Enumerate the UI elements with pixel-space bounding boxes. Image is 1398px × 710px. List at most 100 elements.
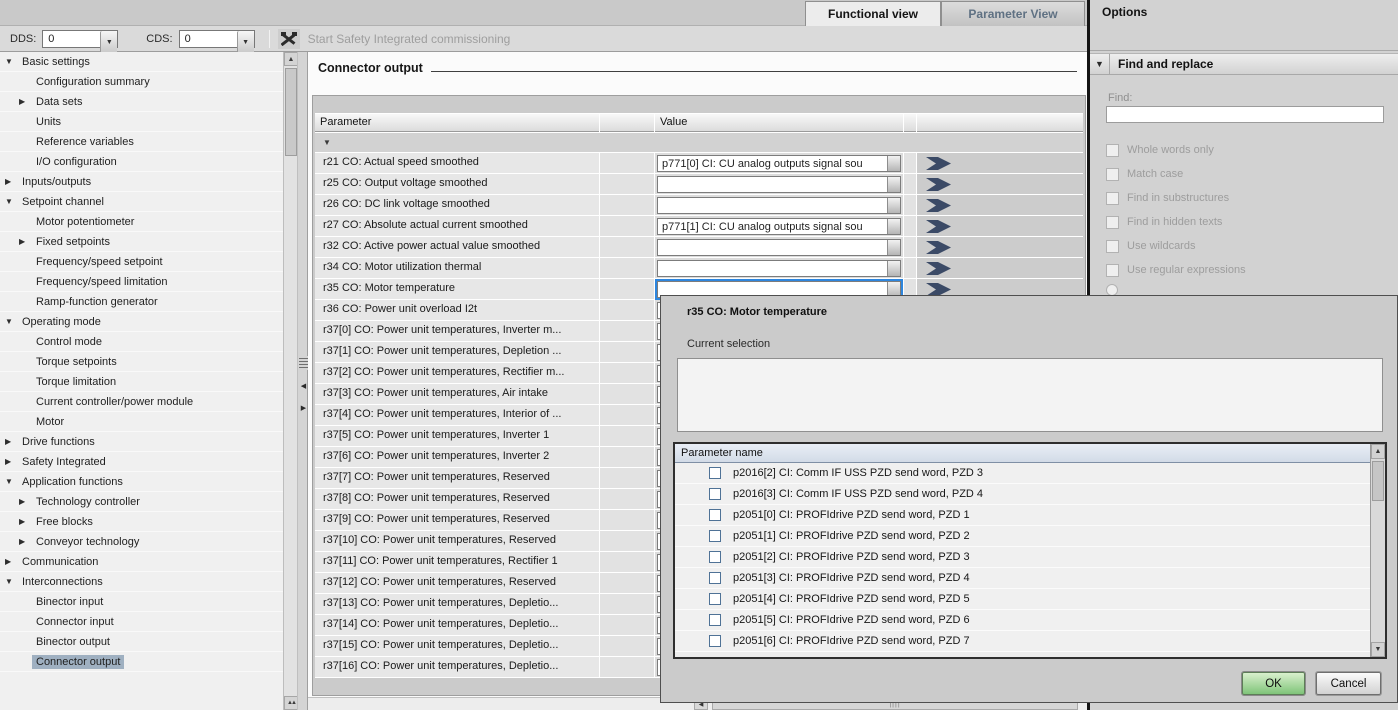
tree-item[interactable]: Technology controller: [0, 492, 283, 512]
list-scrollbar-thumb[interactable]: [1372, 461, 1384, 501]
value-field[interactable]: [657, 196, 901, 214]
chevron-down-icon[interactable]: ▼: [100, 30, 118, 54]
list-item[interactable]: p2051[0] CI: PROFIdrive PZD send word, P…: [675, 505, 1385, 526]
browse-button[interactable]: [887, 260, 900, 276]
tree-expander-icon[interactable]: [5, 577, 18, 586]
value-field[interactable]: [657, 259, 901, 277]
checkbox-icon[interactable]: [709, 635, 721, 647]
safety-commissioning-icon[interactable]: [277, 28, 300, 49]
checkbox-icon[interactable]: [709, 488, 721, 500]
value-field[interactable]: p771[1] CI: CU analog outputs signal sou: [657, 217, 901, 235]
checkbox-icon[interactable]: [709, 614, 721, 626]
browse-button[interactable]: [887, 155, 900, 171]
tree-item[interactable]: Fixed setpoints: [0, 232, 283, 252]
tree-item[interactable]: Drive functions: [0, 432, 283, 452]
checkbox-icon[interactable]: [709, 572, 721, 584]
scroll-down-icon[interactable]: ▲▲: [284, 696, 298, 710]
scroll-down-icon[interactable]: ▼: [1371, 642, 1385, 657]
tree-item[interactable]: Reference variables: [0, 132, 283, 152]
ok-button[interactable]: OK: [1241, 671, 1306, 696]
tree-item[interactable]: Communication: [0, 552, 283, 572]
splitter-grip-icon[interactable]: [299, 356, 308, 370]
tree-scrollbar-thumb[interactable]: [285, 68, 297, 156]
cds-select[interactable]: 0 ▼: [178, 29, 255, 54]
scroll-up-icon[interactable]: ▲: [284, 52, 298, 66]
tree-expander-icon[interactable]: [5, 57, 18, 66]
interconnection-arrow-icon[interactable]: [926, 156, 952, 170]
tree-item[interactable]: Frequency/speed limitation: [0, 272, 283, 292]
tree-item[interactable]: Units: [0, 112, 283, 132]
list-scrollbar[interactable]: ▲ ▼: [1370, 444, 1385, 657]
table-row[interactable]: r25 CO: Output voltage smoothed: [315, 174, 1083, 194]
tree-expander-icon[interactable]: [19, 237, 32, 246]
list-item[interactable]: p2051[6] CI: PROFIdrive PZD send word, P…: [675, 631, 1385, 652]
tree-expander-icon[interactable]: [5, 457, 18, 466]
pane-splitter[interactable]: ◀ ▶: [297, 52, 308, 710]
scroll-up-icon[interactable]: ▲: [1371, 444, 1385, 459]
tree-item[interactable]: Binector input: [0, 592, 283, 612]
tree-expander-icon[interactable]: [19, 497, 32, 506]
list-item[interactable]: p2051[5] CI: PROFIdrive PZD send word, P…: [675, 610, 1385, 631]
tree-item[interactable]: Ramp-function generator: [0, 292, 283, 312]
tree-expander-icon[interactable]: [19, 97, 32, 106]
tree-item[interactable]: Current controller/power module: [0, 392, 283, 412]
find-input[interactable]: [1106, 106, 1384, 123]
value-field[interactable]: [657, 238, 901, 256]
list-item[interactable]: p2016[3] CI: Comm IF USS PZD send word, …: [675, 484, 1385, 505]
interconnection-arrow-icon[interactable]: [926, 282, 952, 296]
list-item[interactable]: p2051[1] CI: PROFIdrive PZD send word, P…: [675, 526, 1385, 547]
checkbox-icon[interactable]: [709, 551, 721, 563]
filter-row[interactable]: ▼: [315, 133, 1083, 152]
table-row[interactable]: r21 CO: Actual speed smoothed p771[0] CI…: [315, 153, 1083, 173]
tree-item[interactable]: I/O configuration: [0, 152, 283, 172]
browse-button[interactable]: [887, 197, 900, 213]
find-and-replace-header[interactable]: ▼ Find and replace: [1090, 53, 1398, 75]
tree-item[interactable]: Configuration summary: [0, 72, 283, 92]
tree-expander-icon[interactable]: [5, 437, 18, 446]
checkbox-icon[interactable]: [709, 593, 721, 605]
value-field[interactable]: [657, 175, 901, 193]
tree-item[interactable]: Motor: [0, 412, 283, 432]
value-field[interactable]: p771[0] CI: CU analog outputs signal sou: [657, 154, 901, 172]
checkbox-icon[interactable]: [709, 530, 721, 542]
tree-item[interactable]: Interconnections: [0, 572, 283, 592]
table-row[interactable]: r27 CO: Absolute actual current smoothed…: [315, 216, 1083, 236]
tree-item[interactable]: Motor potentiometer: [0, 212, 283, 232]
filter-dropdown-icon[interactable]: ▼: [323, 138, 331, 147]
tree-expander-icon[interactable]: [19, 537, 32, 546]
chevron-down-icon[interactable]: ▼: [236, 30, 254, 54]
tree-item[interactable]: Basic settings: [0, 52, 283, 72]
tree-item[interactable]: Application functions: [0, 472, 283, 492]
interconnection-arrow-icon[interactable]: [926, 261, 952, 275]
list-item[interactable]: p2016[2] CI: Comm IF USS PZD send word, …: [675, 463, 1385, 484]
tree-item[interactable]: Torque setpoints: [0, 352, 283, 372]
tree-item[interactable]: Control mode: [0, 332, 283, 352]
tree-item[interactable]: Conveyor technology: [0, 532, 283, 552]
table-row[interactable]: r26 CO: DC link voltage smoothed: [315, 195, 1083, 215]
checkbox-icon[interactable]: [709, 467, 721, 479]
tree-expander-icon[interactable]: [5, 197, 18, 206]
tree-item[interactable]: Torque limitation: [0, 372, 283, 392]
tree-expander-icon[interactable]: [5, 317, 18, 326]
checkbox-icon[interactable]: [709, 509, 721, 521]
list-item[interactable]: p2051[2] CI: PROFIdrive PZD send word, P…: [675, 547, 1385, 568]
interconnection-arrow-icon[interactable]: [926, 198, 952, 212]
tree-item[interactable]: Free blocks: [0, 512, 283, 532]
browse-button[interactable]: [887, 176, 900, 192]
table-row[interactable]: r34 CO: Motor utilization thermal: [315, 258, 1083, 278]
list-item[interactable]: p2051[4] CI: PROFIdrive PZD send word, P…: [675, 589, 1385, 610]
tree-item[interactable]: Operating mode: [0, 312, 283, 332]
tree-item[interactable]: Safety Integrated: [0, 452, 283, 472]
interconnection-arrow-icon[interactable]: [926, 219, 952, 233]
tree-item[interactable]: Inputs/outputs: [0, 172, 283, 192]
tree-scrollbar[interactable]: ▲ ▲▲: [283, 52, 298, 710]
browse-button[interactable]: [887, 218, 900, 234]
cancel-button[interactable]: Cancel: [1315, 671, 1382, 696]
tree-expander-icon[interactable]: [5, 177, 18, 186]
view-tab[interactable]: Functional view: [805, 1, 941, 26]
tree-item[interactable]: Setpoint channel: [0, 192, 283, 212]
tree-expander-icon[interactable]: [19, 517, 32, 526]
tree-item[interactable]: Binector output: [0, 632, 283, 652]
dds-select[interactable]: 0 ▼: [42, 29, 119, 54]
interconnection-arrow-icon[interactable]: [926, 177, 952, 191]
